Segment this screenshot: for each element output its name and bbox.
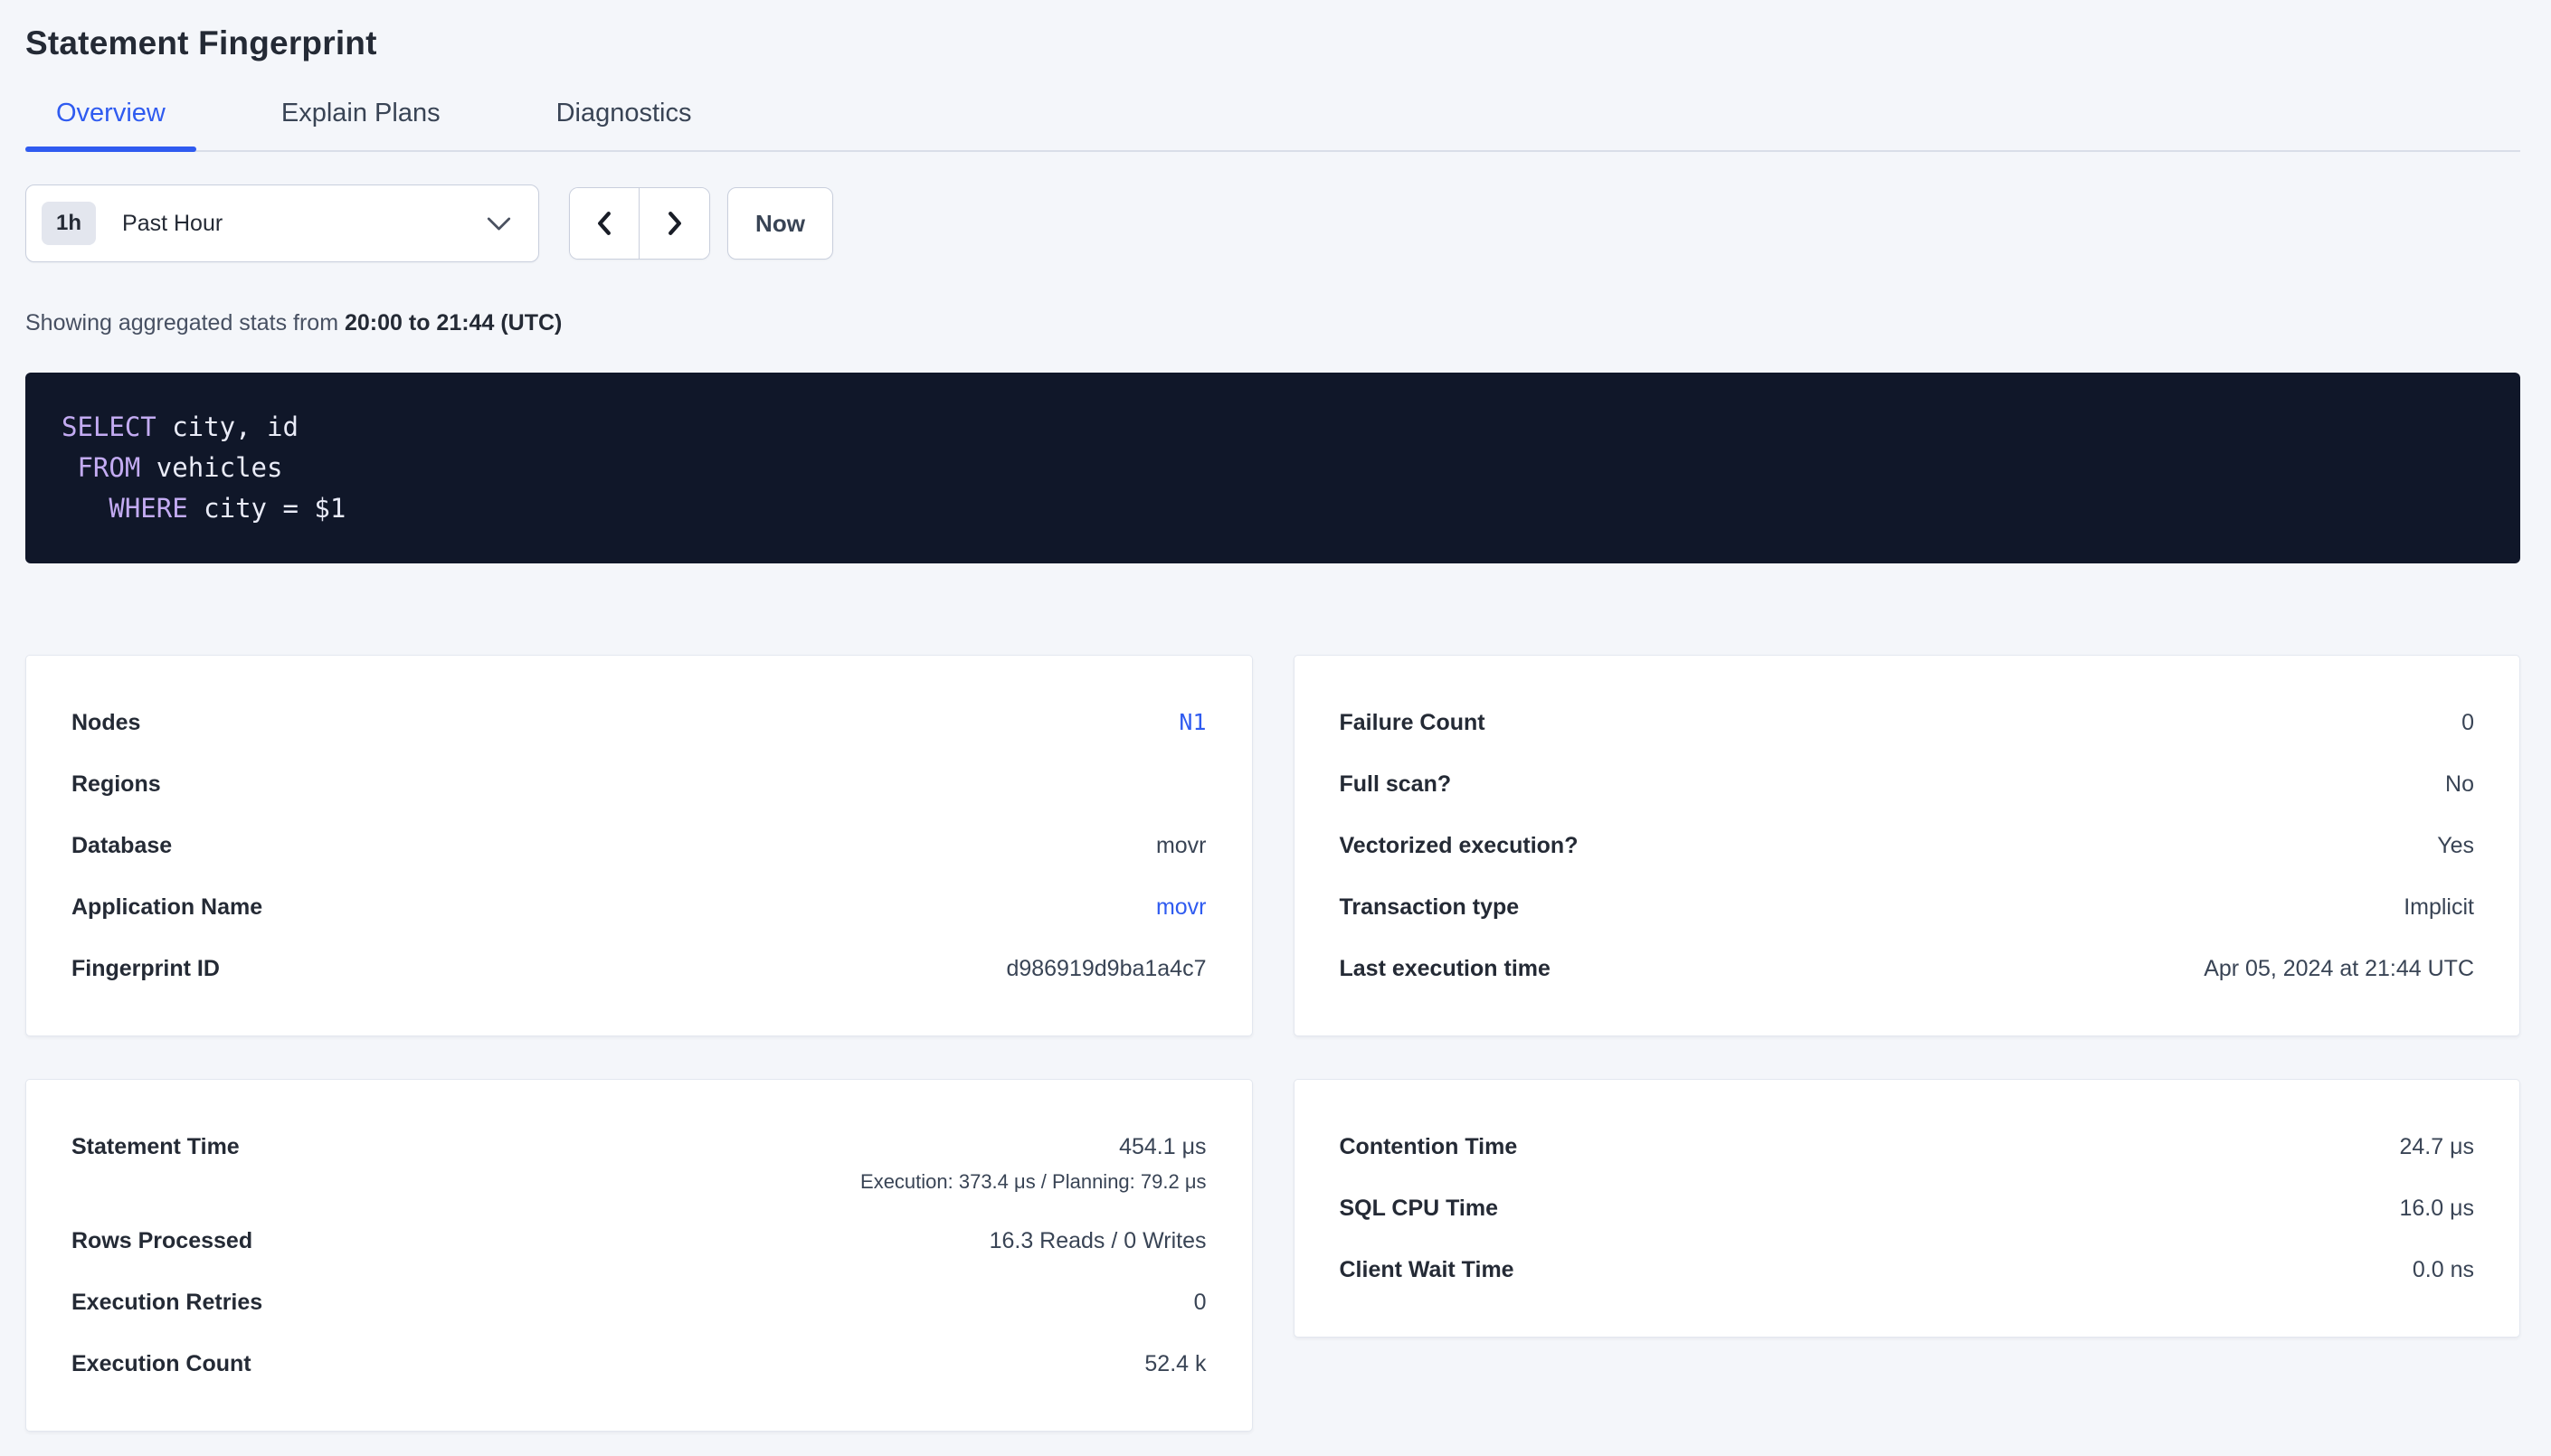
sql-cpu-time-value: 16.0 μs (2399, 1193, 2474, 1224)
sql-cpu-time-label: SQL CPU Time (1340, 1193, 1499, 1224)
prev-range-button[interactable] (570, 188, 640, 259)
rows-processed-value: 16.3 Reads / 0 Writes (990, 1225, 1207, 1256)
statement-time-breakdown: Execution: 373.4 μs / Planning: 79.2 μs (860, 1168, 1206, 1196)
sql-line: FROM vehicles (62, 448, 2484, 488)
summary-row-fingerprint-id: Fingerprint ID d986919d9ba1a4c7 (71, 938, 1207, 999)
database-value: movr (1156, 830, 1207, 861)
summary-row-last-execution-time: Last execution time Apr 05, 2024 at 21:44… (1340, 938, 2475, 999)
summary-row-client-wait-time: Client Wait Time 0.0 ns (1340, 1239, 2475, 1300)
now-button[interactable]: Now (727, 187, 833, 260)
summary-row-regions: Regions (71, 753, 1207, 815)
last-execution-time-value: Apr 05, 2024 at 21:44 UTC (2204, 953, 2474, 984)
tab-diagnostics[interactable]: Diagnostics (526, 98, 723, 150)
tab-overview[interactable]: Overview (25, 98, 196, 150)
transaction-type-value: Implicit (2404, 892, 2474, 922)
contention-time-label: Contention Time (1340, 1131, 1518, 1162)
tab-explain-plans[interactable]: Explain Plans (251, 98, 471, 150)
execution-count-value: 52.4 k (1144, 1348, 1206, 1379)
execution-retries-value: 0 (1194, 1287, 1207, 1318)
application-name-label: Application Name (71, 892, 262, 922)
next-range-button[interactable] (640, 188, 709, 259)
summary-row-application-name: Application Name movr (71, 876, 1207, 938)
summary-grid: NodesN1RegionsDatabasemovrApplication Na… (25, 655, 2520, 1432)
fingerprint-id-value: d986919d9ba1a4c7 (1006, 953, 1206, 984)
sql-statement: SELECT city, id FROM vehicles WHERE city… (25, 373, 2520, 563)
last-execution-time-label: Last execution time (1340, 953, 1551, 984)
statement-time-value: 454.1 μs (860, 1131, 1206, 1162)
summary-row-failure-count: Failure Count 0 (1340, 692, 2475, 753)
caption-prefix: Showing aggregated stats from (25, 310, 338, 336)
summary-row-transaction-type: Transaction type Implicit (1340, 876, 2475, 938)
rows-processed-label: Rows Processed (71, 1225, 252, 1256)
tab-bar: Overview Explain Plans Diagnostics (25, 98, 2520, 152)
execution-count-label: Execution Count (71, 1348, 251, 1379)
execution-retries-label: Execution Retries (71, 1287, 262, 1318)
summary-row-rows-processed: Rows Processed 16.3 Reads / 0 Writes (71, 1210, 1207, 1272)
chevron-down-icon (487, 216, 511, 232)
stats-card-left: Statement Time 454.1 μs Execution: 373.4 μ… (25, 1079, 1253, 1432)
aggregated-stats-caption: Showing aggregated stats from 20:00 to 2… (25, 309, 2520, 336)
nodes-label: Nodes (71, 707, 140, 738)
time-toolbar: 1h Past Hour Now (25, 184, 2520, 262)
time-range-label: Past Hour (122, 211, 223, 237)
full-scan-value: No (2445, 769, 2474, 799)
caption-range: 20:00 to 21:44 (UTC) (345, 310, 562, 336)
statement-fingerprint-page: Statement Fingerprint Overview Explain Pl… (0, 0, 2551, 1432)
vectorized-execution-value: Yes (2437, 830, 2474, 861)
statement-time-label: Statement Time (71, 1131, 240, 1162)
application-name-link[interactable]: movr (1156, 892, 1207, 922)
sql-line: WHERE city = $1 (62, 488, 2484, 529)
summary-row-vectorized-execution: Vectorized execution? Yes (1340, 815, 2475, 876)
summary-row-contention-time: Contention Time 24.7 μs (1340, 1116, 2475, 1177)
stats-card-right: Contention Time 24.7 μs SQL CPU Time 16.0 μ… (1294, 1079, 2521, 1338)
time-interval-badge: 1h (42, 202, 96, 245)
summary-row-execution-count: Execution Count 52.4 k (71, 1333, 1207, 1395)
summary-row-execution-retries: Execution Retries 0 (71, 1272, 1207, 1333)
page-title: Statement Fingerprint (25, 24, 2520, 63)
summary-row-nodes: Nodes N1 (71, 692, 1207, 753)
time-range-dropdown[interactable]: 1h Past Hour (25, 184, 539, 262)
regions-label: Regions (71, 769, 161, 799)
contention-time-value: 24.7 μs (2399, 1131, 2474, 1162)
client-wait-time-value: 0.0 ns (2413, 1254, 2474, 1285)
time-step-button-group (569, 187, 710, 260)
summary-row-sql-cpu-time: SQL CPU Time 16.0 μs (1340, 1177, 2475, 1239)
nodes-link[interactable]: N1 (1179, 707, 1206, 738)
summary-row-statement-time: Statement Time 454.1 μs Execution: 373.4 μ… (71, 1116, 1207, 1210)
summary-row-full-scan: Full scan? No (1340, 753, 2475, 815)
chevron-right-icon (664, 209, 686, 238)
failure-count-label: Failure Count (1340, 707, 1485, 738)
details-card-right: Failure Count 0 Full scan? No Vectorized exe… (1294, 655, 2521, 1036)
client-wait-time-label: Client Wait Time (1340, 1254, 1514, 1285)
summary-row-database: Database movr (71, 815, 1207, 876)
full-scan-label: Full scan? (1340, 769, 1452, 799)
vectorized-execution-label: Vectorized execution? (1340, 830, 1579, 861)
chevron-left-icon (593, 209, 615, 238)
sql-line: SELECT city, id (62, 407, 2484, 448)
details-card-left: NodesN1RegionsDatabasemovrApplication Na… (25, 655, 1253, 1036)
fingerprint-id-label: Fingerprint ID (71, 953, 220, 984)
failure-count-value: 0 (2461, 707, 2474, 738)
transaction-type-label: Transaction type (1340, 892, 1520, 922)
database-label: Database (71, 830, 172, 861)
